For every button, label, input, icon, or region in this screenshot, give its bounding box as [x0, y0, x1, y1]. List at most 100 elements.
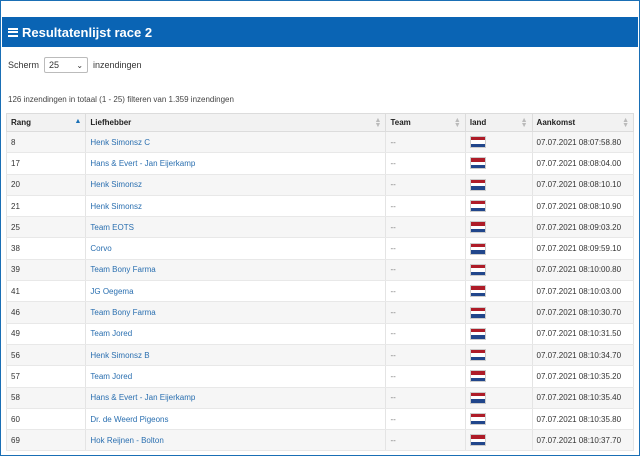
cell-rang: 38	[5, 237, 87, 260]
cell-team: --	[385, 152, 466, 175]
cell-aankomst: 07.07.2021 08:10:35.80	[531, 408, 635, 431]
cell-land	[464, 387, 533, 409]
table-row: 56 Henk Simonsz B -- 07.07.2021 08:10:34.70	[5, 344, 635, 367]
cell-rang: 49	[5, 323, 87, 345]
table-row: 38 Corvo -- 07.07.2021 08:09:59.10	[5, 237, 635, 260]
page-size-suffix: inzendingen	[93, 60, 142, 70]
page-size-value: 25	[49, 60, 60, 70]
cell-aankomst: 07.07.2021 08:10:35.20	[531, 365, 635, 388]
cell-team: --	[385, 344, 466, 367]
cell-land	[464, 280, 533, 303]
panel-title: Resultatenlijst race 2	[22, 24, 153, 40]
cell-land	[464, 237, 533, 260]
netherlands-flag-icon	[469, 306, 486, 319]
cell-land	[464, 195, 533, 218]
cell-liefhebber-link[interactable]: Team Jored	[85, 323, 387, 345]
cell-land	[464, 344, 533, 367]
cell-team: --	[385, 280, 466, 303]
cell-rang: 39	[5, 259, 87, 282]
cell-team: --	[385, 408, 466, 431]
cell-liefhebber-link[interactable]: Hans & Evert - Jan Eijerkamp	[85, 387, 387, 409]
column-header-liefhebber[interactable]: Liefhebber ▲ ▼	[85, 113, 387, 132]
cell-rang: 60	[5, 408, 87, 431]
cell-aankomst: 07.07.2021 08:09:59.10	[531, 237, 635, 260]
netherlands-flag-icon	[469, 242, 486, 255]
cell-aankomst: 07.07.2021 08:09:03.20	[531, 216, 635, 239]
cell-land	[464, 429, 533, 452]
cell-liefhebber-link[interactable]: Corvo	[85, 237, 387, 260]
cell-land	[464, 259, 533, 282]
chevron-down-icon: ⌄	[76, 60, 84, 70]
cell-rang: 46	[5, 301, 87, 324]
cell-aankomst: 07.07.2021 08:08:10.10	[531, 174, 635, 196]
cell-liefhebber-link[interactable]: Henk Simonsz	[85, 174, 387, 196]
list-icon	[8, 27, 18, 37]
cell-liefhebber-link[interactable]: Team EOTS	[85, 216, 387, 239]
panel-header: Resultatenlijst race 2	[2, 17, 638, 47]
column-header-team[interactable]: Team ▲ ▼	[385, 113, 466, 132]
cell-liefhebber-link[interactable]: Hok Reijnen - Bolton	[85, 429, 387, 452]
cell-liefhebber-link[interactable]: Team Bony Farma	[85, 301, 387, 324]
results-table: Rang ▲ Liefhebber ▲ ▼ Team ▲ ▼ land ▲ ▼ Aankoms…	[5, 113, 635, 452]
cell-liefhebber-link[interactable]: Henk Simonsz C	[85, 131, 387, 154]
cell-rang: 69	[5, 429, 87, 452]
cell-rang: 56	[5, 344, 87, 367]
cell-liefhebber-link[interactable]: Hans & Evert - Jan Eijerkamp	[85, 152, 387, 175]
cell-liefhebber-link[interactable]: Dr. de Weerd Pigeons	[85, 408, 387, 431]
netherlands-flag-icon	[469, 178, 486, 191]
cell-rang: 17	[5, 152, 87, 175]
netherlands-flag-icon	[469, 391, 486, 404]
cell-liefhebber-link[interactable]: Team Jored	[85, 365, 387, 388]
cell-land	[464, 365, 533, 388]
cell-land	[464, 323, 533, 345]
table-row: 60 Dr. de Weerd Pigeons -- 07.07.2021 08:10…	[5, 408, 635, 431]
cell-team: --	[385, 387, 466, 409]
cell-rang: 41	[5, 280, 87, 303]
cell-aankomst: 07.07.2021 08:10:37.70	[531, 429, 635, 452]
table-row: 41 JG Oegema -- 07.07.2021 08:10:03.00	[5, 280, 635, 303]
cell-rang: 8	[5, 131, 87, 154]
cell-team: --	[385, 216, 466, 239]
table-row: 17 Hans & Evert - Jan Eijerkamp -- 07.07.20…	[5, 152, 635, 175]
cell-aankomst: 07.07.2021 08:10:00.80	[531, 259, 635, 282]
sort-ascending-icon: ▲	[74, 118, 82, 125]
netherlands-flag-icon	[469, 136, 486, 149]
cell-aankomst: 07.07.2021 08:10:30.70	[531, 301, 635, 324]
cell-team: --	[385, 195, 466, 218]
cell-aankomst: 07.07.2021 08:10:03.00	[531, 280, 635, 303]
column-header-aankomst[interactable]: Aankomst ▲ ▼	[531, 113, 635, 132]
table-header-row: Rang ▲ Liefhebber ▲ ▼ Team ▲ ▼ land ▲ ▼ Aankoms…	[5, 113, 635, 132]
table-row: 20 Henk Simonsz -- 07.07.2021 08:08:10.10	[5, 174, 635, 196]
cell-rang: 20	[5, 174, 87, 196]
netherlands-flag-icon	[469, 221, 486, 234]
netherlands-flag-icon	[469, 370, 486, 383]
column-header-land[interactable]: land ▲ ▼	[464, 113, 533, 132]
cell-land	[464, 174, 533, 196]
cell-liefhebber-link[interactable]: Henk Simonsz B	[85, 344, 387, 367]
table-row: 58 Hans & Evert - Jan Eijerkamp -- 07.07.20…	[5, 387, 635, 409]
cell-team: --	[385, 365, 466, 388]
cell-aankomst: 07.07.2021 08:10:35.40	[531, 387, 635, 409]
cell-liefhebber-link[interactable]: Team Bony Farma	[85, 259, 387, 282]
sort-icon: ▲ ▼	[453, 117, 461, 129]
cell-land	[464, 301, 533, 324]
column-header-rang[interactable]: Rang ▲	[5, 113, 87, 132]
cell-team: --	[385, 259, 466, 282]
cell-aankomst: 07.07.2021 08:10:31.50	[531, 323, 635, 345]
cell-liefhebber-link[interactable]: Henk Simonsz	[85, 195, 387, 218]
cell-aankomst: 07.07.2021 08:10:34.70	[531, 344, 635, 367]
table-row: 46 Team Bony Farma -- 07.07.2021 08:10:30.7…	[5, 301, 635, 324]
sort-icon: ▲ ▼	[374, 117, 382, 129]
page-size-prefix: Scherm	[8, 60, 40, 70]
cell-team: --	[385, 429, 466, 452]
cell-liefhebber-link[interactable]: JG Oegema	[85, 280, 387, 303]
table-row: 21 Henk Simonsz -- 07.07.2021 08:08:10.90	[5, 195, 635, 218]
netherlands-flag-icon	[469, 263, 486, 276]
page-size-select[interactable]: 25 ⌄	[44, 57, 89, 73]
cell-team: --	[385, 237, 466, 260]
table-row: 25 Team EOTS -- 07.07.2021 08:09:03.20	[5, 216, 635, 239]
table-row: 69 Hok Reijnen - Bolton -- 07.07.2021 08:10…	[5, 429, 635, 452]
netherlands-flag-icon	[469, 327, 486, 340]
cell-land	[464, 408, 533, 431]
table-row: 39 Team Bony Farma -- 07.07.2021 08:10:00.8…	[5, 259, 635, 282]
